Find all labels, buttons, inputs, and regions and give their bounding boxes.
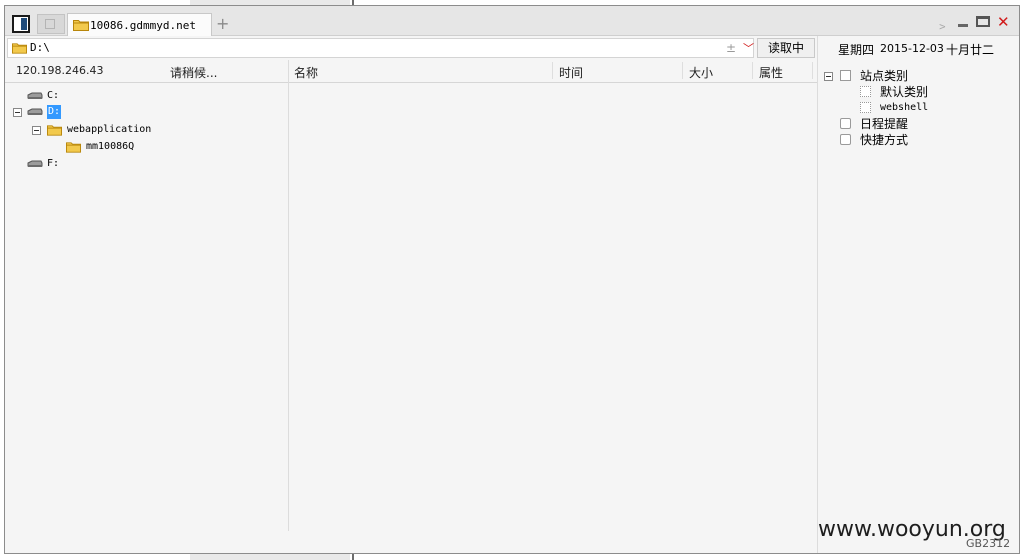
tree-item-label: mm10086Q [86, 141, 135, 152]
column-header-time[interactable]: 时间 [559, 64, 583, 81]
column-header-size[interactable]: 大小 [689, 64, 713, 81]
up-directory-icon[interactable]: ± [726, 41, 736, 55]
app-window: 10086.gdmmyd.net + ﹥ ✕ ± ﹀ 读取中 120.198.2… [4, 5, 1020, 554]
column-divider[interactable] [682, 62, 683, 79]
file-list-panel: 名称 时间 大小 属性 [289, 60, 817, 531]
drive-icon [27, 160, 43, 167]
column-header-name[interactable]: 名称 [294, 64, 318, 81]
column-divider[interactable] [752, 62, 753, 79]
tree-item-webapplication[interactable]: webapplication [47, 123, 167, 137]
tree-item-f[interactable]: F: [27, 157, 87, 171]
tree-item-label: 站点类别 [860, 69, 909, 83]
new-tab-button[interactable]: + [216, 16, 229, 32]
blank-page-icon [45, 19, 55, 29]
collapse-toggle[interactable] [32, 126, 41, 135]
tree-item-label: C: [47, 90, 60, 101]
minimize-button[interactable] [957, 17, 970, 29]
path-input[interactable] [30, 41, 710, 54]
weekday-text: 星期四 [838, 43, 875, 57]
tree-item-webshell[interactable]: webshell [860, 100, 980, 116]
maximize-button[interactable] [976, 16, 990, 27]
tree-item-default-category[interactable]: 默认类别 [860, 84, 980, 100]
directory-panel: 120.198.246.43 请稍候... C: D: webapplicati… [5, 60, 289, 531]
column-header-attributes[interactable]: 属性 [759, 64, 783, 81]
list-icon [860, 102, 871, 113]
status-text: 请稍候... [170, 66, 218, 80]
tree-item-mm10086q[interactable]: mm10086Q [66, 140, 166, 154]
tree-item-label: webshell [880, 102, 929, 113]
chevron-right-icon[interactable]: ﹥ [935, 14, 950, 35]
collapse-toggle[interactable] [13, 108, 22, 117]
schedule-icon [840, 118, 851, 129]
directory-header: 120.198.246.43 请稍候... [5, 60, 288, 83]
tree-item-label: webapplication [67, 124, 152, 135]
folder-icon [47, 125, 62, 136]
tree-item-label: 日程提醒 [860, 117, 909, 131]
read-button[interactable]: 读取中 [757, 38, 815, 58]
side-panel: 星期四 2015-12-03 十月廿二 站点类别 默认类别 webshell 日… [817, 36, 1019, 553]
address-bar: ± ﹀ [7, 38, 754, 58]
close-button[interactable]: ✕ [997, 13, 1010, 31]
chevron-down-icon[interactable]: ﹀ [743, 40, 754, 56]
background-strip-bottom [190, 554, 350, 560]
tree-item-label: 默认类别 [880, 85, 929, 99]
folder-icon [73, 20, 89, 31]
title-bar: 10086.gdmmyd.net + ﹥ ✕ [5, 6, 1019, 36]
collapse-toggle[interactable] [824, 72, 833, 81]
tab-site[interactable]: 10086.gdmmyd.net [67, 13, 212, 36]
tree-item-label: F: [47, 158, 60, 169]
tree-item-d[interactable]: D: [27, 105, 87, 119]
column-divider[interactable] [812, 62, 813, 79]
folder-icon [12, 43, 27, 54]
date-bar: 星期四 2015-12-03 十月廿二 [818, 41, 1019, 61]
file-list-header: 名称 时间 大小 属性 [289, 60, 817, 83]
drive-icon [27, 108, 43, 115]
category-icon [840, 70, 851, 81]
tree-item-label: D: [47, 105, 62, 119]
tree-item-schedule[interactable]: 日程提醒 [840, 116, 960, 132]
column-divider[interactable] [552, 62, 553, 79]
tree-item-site-category[interactable]: 站点类别 [840, 68, 960, 84]
date-text: 2015-12-03 [880, 42, 944, 55]
encoding-label: GB2312 [966, 537, 1011, 550]
drive-icon [27, 92, 43, 99]
shortcut-icon [840, 134, 851, 145]
tab-label: 10086.gdmmyd.net [90, 19, 196, 32]
background-divider-bottom [352, 554, 354, 560]
lunar-date-text: 十月廿二 [946, 43, 995, 57]
sidebar-toggle-button[interactable] [12, 15, 30, 33]
folder-icon [66, 142, 81, 153]
blank-tab[interactable] [37, 14, 65, 34]
tree-item-c[interactable]: C: [27, 89, 87, 103]
list-icon [860, 86, 871, 97]
server-ip: 120.198.246.43 [16, 64, 104, 77]
tree-item-label: 快捷方式 [860, 133, 909, 147]
tree-item-shortcuts[interactable]: 快捷方式 [840, 132, 960, 148]
